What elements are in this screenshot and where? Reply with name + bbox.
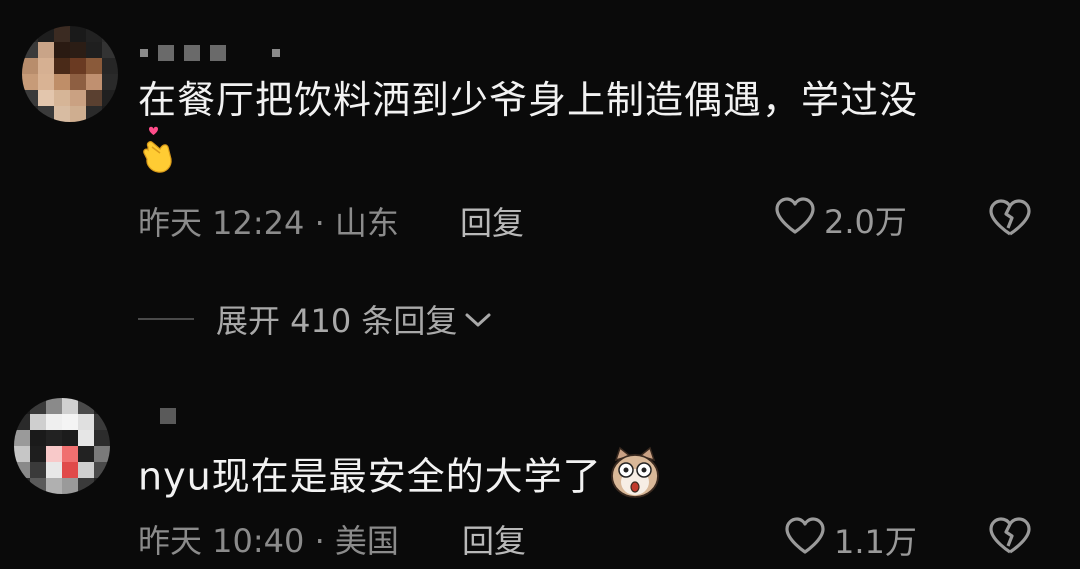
comment-meta: 昨天 10:40 · 美国	[138, 516, 399, 562]
dislike-button[interactable]	[988, 198, 1032, 242]
shocked-cat-emoji	[608, 446, 662, 512]
like-button[interactable]: 1.1万	[784, 516, 917, 564]
comment-meta: 昨天 12:24 · 山东	[138, 198, 399, 244]
timestamp: 昨天 10:40	[138, 522, 305, 560]
avatar[interactable]	[22, 26, 118, 122]
heart-hand-emoji	[138, 125, 178, 189]
meta-separator: ·	[304, 204, 335, 242]
comment-text: nyu现在是最安全的大学了	[138, 446, 662, 512]
location: 山东	[334, 204, 399, 242]
like-count: 1.1万	[834, 523, 917, 561]
comment-body: nyu现在是最安全的大学了	[138, 454, 602, 499]
username[interactable]	[140, 45, 280, 61]
location: 美国	[334, 522, 399, 560]
heart-icon	[784, 516, 826, 564]
expand-replies-label: 展开 410 条回复	[216, 302, 458, 340]
reply-button[interactable]: 回复	[460, 198, 524, 244]
like-count: 2.0万	[824, 203, 907, 241]
broken-heart-icon	[988, 517, 1032, 560]
chevron-down-icon	[463, 300, 493, 338]
broken-heart-icon	[988, 199, 1032, 242]
reply-button[interactable]: 回复	[462, 516, 526, 562]
comment-body: 在餐厅把饮料洒到少爷身上制造偶遇，学过没	[138, 78, 919, 122]
timestamp: 昨天 12:24	[138, 204, 305, 242]
username[interactable]	[160, 408, 176, 424]
dislike-button[interactable]	[988, 516, 1032, 560]
divider-line	[138, 318, 194, 320]
like-button[interactable]: 2.0万	[774, 196, 907, 244]
meta-separator: ·	[304, 522, 335, 560]
expand-replies-button[interactable]: 展开 410 条回复	[138, 296, 493, 342]
comment-text: 在餐厅把饮料洒到少爷身上制造偶遇，学过没	[138, 75, 918, 189]
heart-icon	[774, 196, 816, 244]
avatar[interactable]	[14, 398, 110, 494]
